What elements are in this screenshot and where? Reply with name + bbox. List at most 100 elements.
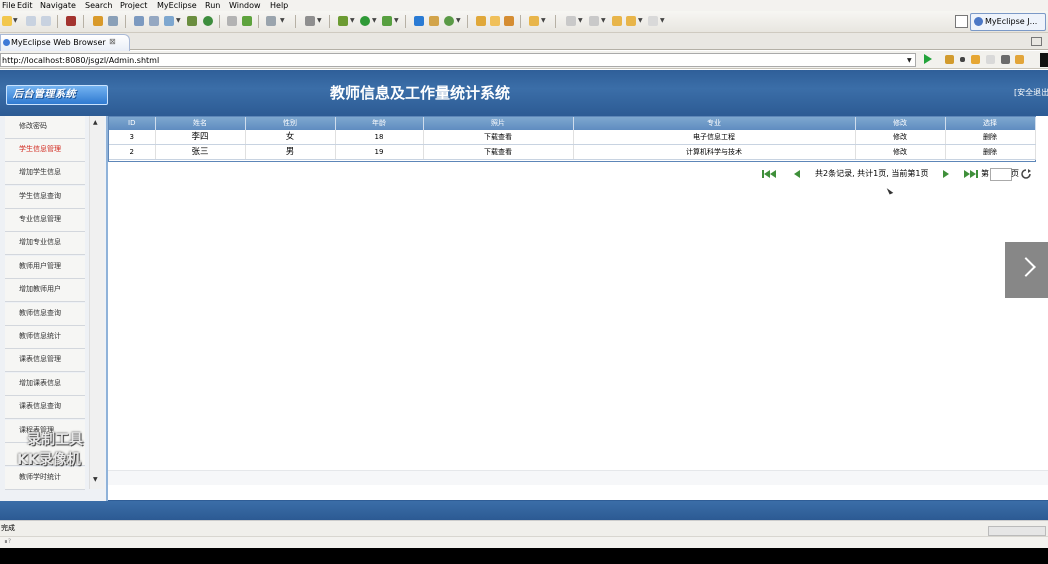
back-icon[interactable] <box>626 16 636 26</box>
stop-icon[interactable] <box>1001 55 1010 64</box>
page-number-input[interactable] <box>990 168 1012 181</box>
chevron-down-icon[interactable]: ▼ <box>456 17 461 24</box>
sidebar-item-teacher-query[interactable]: 教师信息查询 <box>5 303 85 326</box>
chevron-down-icon[interactable]: ▼ <box>317 17 322 24</box>
back-icon[interactable] <box>971 55 980 64</box>
column-header-select: 选择 <box>945 117 1036 130</box>
next-page-icon[interactable] <box>942 170 950 178</box>
chevron-down-icon[interactable]: ▼ <box>13 17 18 24</box>
ai-icon[interactable] <box>414 16 424 26</box>
external-tools-icon[interactable] <box>382 16 392 26</box>
menu-project[interactable]: Project <box>120 0 147 11</box>
sidebar-item-major-management[interactable]: 专业信息管理 <box>5 209 85 232</box>
chevron-down-icon[interactable]: ▼ <box>280 17 285 24</box>
url-input[interactable] <box>0 53 916 67</box>
annotation-icon[interactable] <box>566 16 576 26</box>
chevron-down-icon[interactable]: ▼ <box>638 17 643 24</box>
edit-link[interactable]: 修改 <box>855 144 946 160</box>
sidebar-item-teacher-user-management[interactable]: 教师用户管理 <box>5 256 85 279</box>
edit-icon[interactable] <box>504 16 514 26</box>
go-page-icon[interactable] <box>1021 169 1031 179</box>
toggle-icon[interactable] <box>305 16 315 26</box>
search-icon[interactable] <box>227 16 237 26</box>
scroll-down-icon[interactable]: ▼ <box>93 476 98 483</box>
chevron-down-icon[interactable]: ▼ <box>350 17 355 24</box>
column-header-gender: 性别 <box>245 117 336 130</box>
monitor-icon[interactable] <box>187 16 197 26</box>
menu-help[interactable]: Help <box>270 0 288 11</box>
pencil-icon[interactable] <box>490 16 500 26</box>
terminal-icon[interactable] <box>266 16 276 26</box>
chevron-down-icon[interactable]: ▼ <box>541 17 546 24</box>
chevron-down-icon[interactable]: ▼ <box>660 17 665 24</box>
sidebar-item-add-major[interactable]: 增加专业信息 <box>5 232 85 255</box>
menu-run[interactable]: Run <box>205 0 220 11</box>
open-type-icon[interactable] <box>242 16 252 26</box>
go-icon[interactable] <box>924 54 932 64</box>
chevron-down-icon[interactable]: ▼ <box>176 17 181 24</box>
server-icon[interactable] <box>66 16 76 26</box>
tools-icon[interactable] <box>945 55 954 64</box>
first-page-icon[interactable] <box>762 170 776 178</box>
sidebar-item-teacher-hours[interactable]: 教师学时统计 <box>5 467 85 490</box>
save-icon[interactable] <box>26 16 36 26</box>
sidebar-item-add-student[interactable]: 增加学生信息 <box>5 162 85 185</box>
perspective-button[interactable]: MyEclipse J... <box>970 13 1046 31</box>
sidebar-item-schedule-management[interactable]: 课表信息管理 <box>5 349 85 372</box>
download-photo-link[interactable]: 下载查看 <box>423 130 574 145</box>
browser-icon[interactable] <box>203 16 213 26</box>
edit-link[interactable]: 修改 <box>855 130 946 145</box>
menu-myeclipse[interactable]: MyEclipse <box>157 0 197 11</box>
delete-link[interactable]: 删除 <box>945 144 1036 160</box>
debug-icon[interactable] <box>338 16 348 26</box>
chevron-down-icon[interactable]: ▼ <box>601 17 606 24</box>
last-edit-icon[interactable] <box>612 16 622 26</box>
refresh-icon[interactable] <box>444 16 454 26</box>
next-annotation-icon[interactable] <box>529 16 539 26</box>
save-all-icon[interactable] <box>41 16 51 26</box>
prev-page-icon[interactable] <box>793 170 801 178</box>
sidebar-item-add-teacher-user[interactable]: 增加教师用户 <box>5 279 85 302</box>
lock-icon[interactable] <box>108 16 118 26</box>
menu-search[interactable]: Search <box>85 0 112 11</box>
delete-link[interactable]: 删除 <box>945 130 1036 145</box>
hash-icon[interactable] <box>429 16 439 26</box>
sidebar-item-change-password[interactable]: 修改密码 <box>5 116 85 139</box>
sidebar-item-schedule-query[interactable]: 课表信息查询 <box>5 396 85 419</box>
refresh-icon[interactable] <box>1015 55 1024 64</box>
gear-icon[interactable] <box>93 16 103 26</box>
sidebar-item-add-schedule[interactable]: 增加课表信息 <box>5 373 85 396</box>
forward-icon[interactable] <box>986 55 995 64</box>
new-icon[interactable] <box>2 16 12 26</box>
logout-link[interactable]: [安全退出 <box>1014 88 1048 98</box>
chevron-down-icon[interactable]: ▼ <box>372 17 377 24</box>
menu-navigate[interactable]: Navigate <box>40 0 76 11</box>
deploy-icon[interactable] <box>134 16 144 26</box>
menu-file[interactable]: File <box>2 0 15 11</box>
chevron-down-icon[interactable]: ▼ <box>578 17 583 24</box>
server-config-icon[interactable] <box>149 16 159 26</box>
sidebar-item-student-management[interactable]: 学生信息管理 <box>5 139 85 162</box>
last-page-icon[interactable] <box>964 170 978 178</box>
tab-myeclipse-web-browser[interactable]: MyEclipse Web Browser ⊠ <box>0 34 130 51</box>
run-server-icon[interactable] <box>164 16 174 26</box>
status-text: 完成 <box>1 524 15 532</box>
chevron-down-icon[interactable]: ▼ <box>907 57 912 64</box>
menu-window[interactable]: Window <box>229 0 261 11</box>
next-slide-button[interactable] <box>1005 242 1048 298</box>
scroll-up-icon[interactable]: ▲ <box>93 119 98 126</box>
download-photo-link[interactable]: 下载查看 <box>423 144 574 160</box>
status-extra: ∎? <box>4 538 12 545</box>
run-icon[interactable] <box>360 16 370 26</box>
chevron-down-icon[interactable] <box>960 57 965 62</box>
sidebar-item-teacher-statistics[interactable]: 教师信息统计 <box>5 326 85 349</box>
open-perspective-icon[interactable] <box>955 15 968 28</box>
chevron-down-icon[interactable]: ▼ <box>394 17 399 24</box>
open-folder-icon[interactable] <box>476 16 486 26</box>
prev-annotation-icon[interactable] <box>589 16 599 26</box>
close-icon[interactable]: ⊠ <box>109 36 116 47</box>
maximize-icon[interactable] <box>1031 37 1042 46</box>
forward-icon[interactable] <box>648 16 658 26</box>
sidebar-item-student-query[interactable]: 学生信息查询 <box>5 186 85 209</box>
menu-edit[interactable]: Edit <box>17 0 33 11</box>
